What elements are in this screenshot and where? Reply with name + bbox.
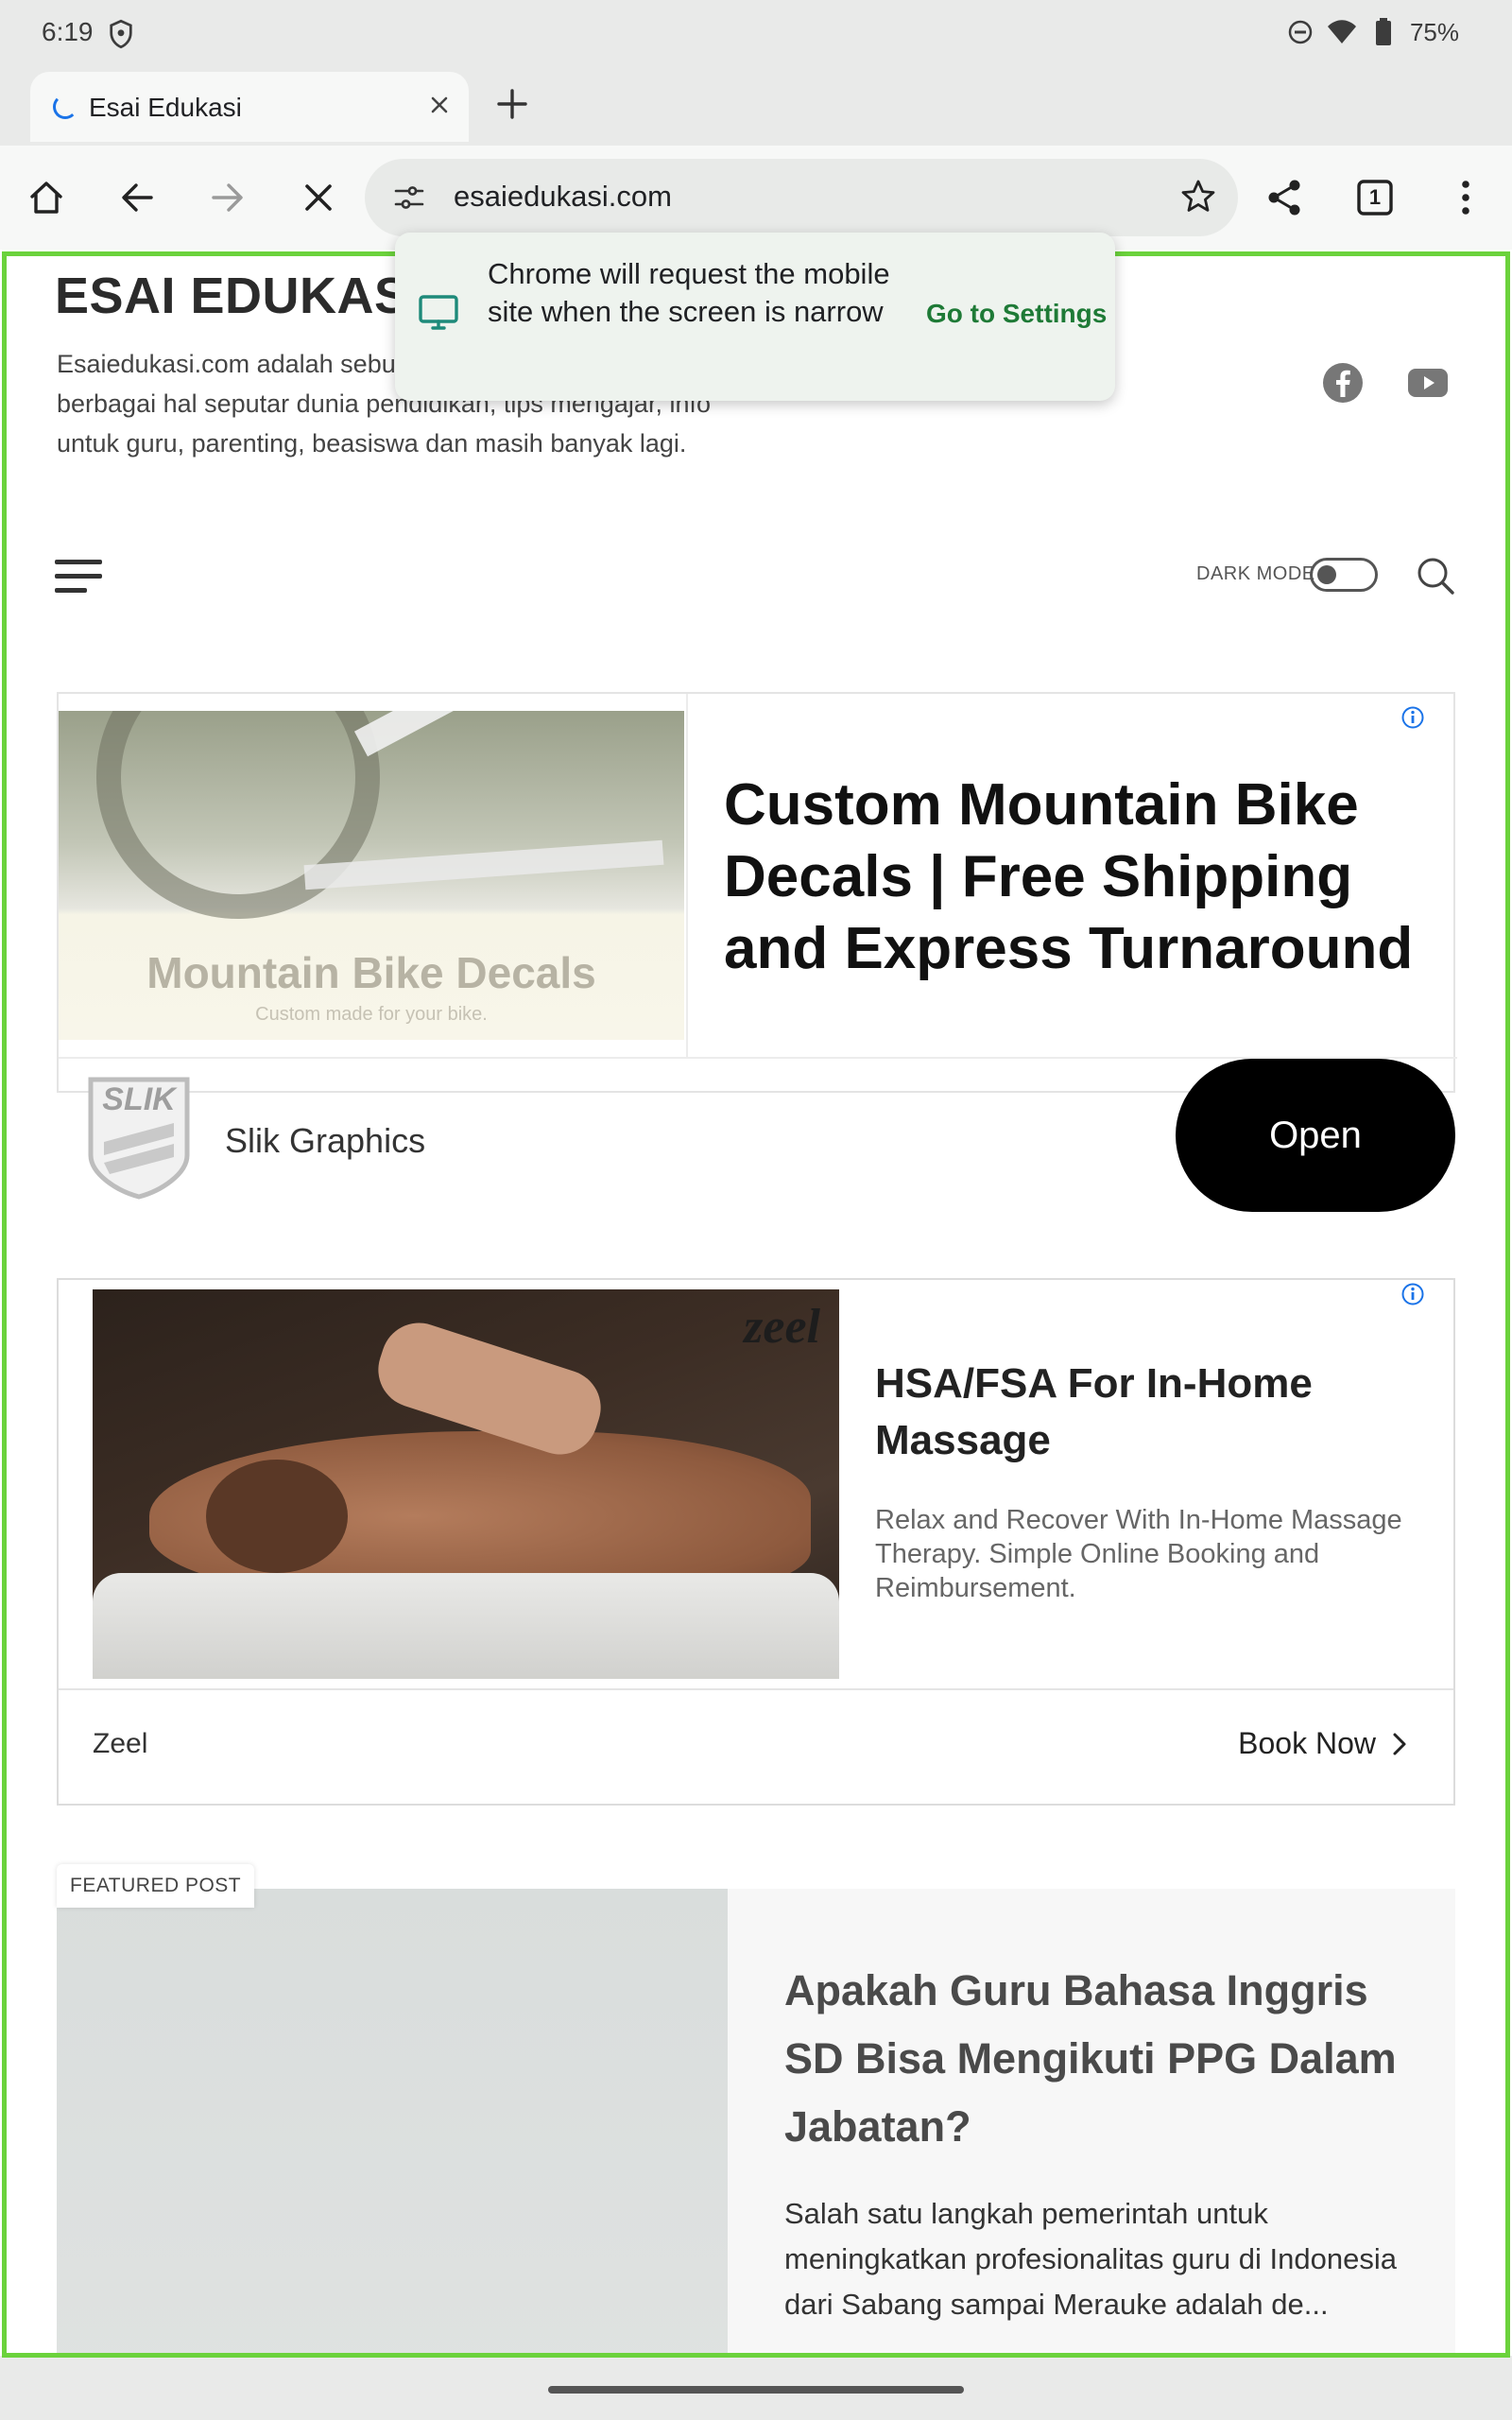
ad-description: Relax and Recover With In-Home Massage T…: [875, 1505, 1402, 1603]
status-time: 6:19: [42, 17, 94, 46]
tab-title: Esai Edukasi: [89, 93, 242, 122]
status-icons: 75%: [1287, 17, 1459, 47]
status-bar: 6:19 75%: [0, 0, 1512, 68]
bike-wheel-shape: [96, 711, 380, 919]
ad-slik-graphics[interactable]: Mountain Bike Decals Custom made for you…: [57, 692, 1457, 1212]
back-icon[interactable]: [115, 176, 159, 219]
dark-mode-toggle[interactable]: [1310, 558, 1378, 592]
divider: [686, 694, 688, 1059]
forward-icon[interactable]: [206, 176, 249, 219]
book-now-button[interactable]: Book Now: [1238, 1726, 1410, 1761]
new-tab-icon[interactable]: [493, 85, 531, 123]
featured-post-title[interactable]: Apakah Guru Bahasa Inggris SD Bisa Mengi…: [784, 1957, 1427, 2161]
massage-head-shape: [206, 1460, 348, 1573]
home-gesture-handle[interactable]: [548, 2386, 964, 2394]
slik-logo: SLIK: [85, 1076, 193, 1201]
toggle-knob: [1317, 565, 1336, 584]
close-tab-icon[interactable]: [423, 89, 455, 121]
request-mobile-site-popup: Chrome will request the mobile site when…: [395, 233, 1115, 401]
web-page: ESAI EDUKASI Esaiedukasi.com adalah sebu…: [0, 250, 1512, 2356]
site-title[interactable]: ESAI EDUKASI: [55, 267, 423, 325]
featured-post-tag: FEATURED POST: [57, 1864, 255, 1908]
dnd-icon: [1288, 20, 1313, 44]
tab-switcher-button[interactable]: 1: [1353, 176, 1397, 219]
address-bar[interactable]: esaiedukasi.com: [365, 159, 1238, 236]
featured-post-thumbnail[interactable]: [57, 1889, 728, 2356]
chevron-right-icon: [1393, 1733, 1406, 1754]
share-icon[interactable]: [1263, 176, 1306, 219]
bookmark-star-icon[interactable]: [1179, 178, 1217, 216]
home-icon[interactable]: [25, 176, 68, 219]
battery-icon: [1375, 18, 1391, 45]
ad-info-icon[interactable]: [1400, 705, 1425, 730]
desktop-monitor-icon: [419, 295, 458, 330]
loading-icon: [53, 95, 77, 119]
ad-image-subtitle: Custom made for your bike.: [255, 1004, 488, 1025]
youtube-icon[interactable]: [1406, 361, 1450, 405]
ad-image-bike-decals[interactable]: Mountain Bike Decals Custom made for you…: [59, 711, 684, 1040]
ad-headline[interactable]: Custom Mountain Bike Decals | Free Shipp…: [724, 769, 1423, 985]
ad-image-title: Mountain Bike Decals: [146, 948, 596, 997]
stop-loading-icon[interactable]: [297, 176, 340, 219]
battery-percent: 75%: [1409, 17, 1459, 46]
ad-advertiser-name: Zeel: [93, 1728, 148, 1759]
tab-strip: Esai Edukasi: [0, 68, 1512, 146]
ad-headline[interactable]: HSA/FSA For In-Home Massage: [875, 1356, 1423, 1469]
ad-footer: SLIK Slik Graphics Open: [59, 1059, 1457, 1216]
popup-message: Chrome will request the mobile site when…: [488, 257, 890, 328]
ad-zeel[interactable]: zeel HSA/FSA For In-Home Massage Relax a…: [57, 1278, 1455, 1806]
ad-info-icon[interactable]: [1400, 1282, 1425, 1306]
tab-count: 1: [1368, 185, 1382, 209]
book-now-label: Book Now: [1238, 1726, 1376, 1760]
go-to-settings-button[interactable]: Go to Settings: [926, 299, 1107, 329]
tab-esai-edukasi[interactable]: Esai Edukasi: [30, 72, 469, 142]
hamburger-menu-icon[interactable]: [55, 558, 104, 596]
featured-post-excerpt: Salah satu langkah pemerintah untuk meni…: [784, 2197, 1397, 2321]
ad-image-massage[interactable]: zeel: [93, 1289, 839, 1679]
search-icon[interactable]: [1416, 556, 1455, 596]
towel-shape: [93, 1573, 839, 1679]
url-text: esaiedukasi.com: [454, 180, 672, 213]
facebook-icon[interactable]: [1321, 361, 1365, 405]
site-settings-icon[interactable]: [393, 182, 425, 214]
open-button[interactable]: Open: [1176, 1059, 1455, 1212]
dark-mode-label: DARK MODE: [1196, 563, 1315, 584]
more-menu-icon[interactable]: [1444, 176, 1487, 219]
gesture-nav-bar: [0, 2358, 1512, 2420]
shield-icon: [110, 19, 132, 49]
bike-frame-shape: [353, 711, 635, 757]
slik-logo-text: SLIK: [102, 1081, 176, 1117]
featured-post-card[interactable]: Apakah Guru Bahasa Inggris SD Bisa Mengi…: [57, 1889, 1455, 2356]
zeel-logo: zeel: [744, 1300, 820, 1354]
ad-advertiser-name: Slik Graphics: [225, 1121, 426, 1160]
divider: [59, 1688, 1453, 1690]
wifi-icon: [1327, 20, 1356, 43]
